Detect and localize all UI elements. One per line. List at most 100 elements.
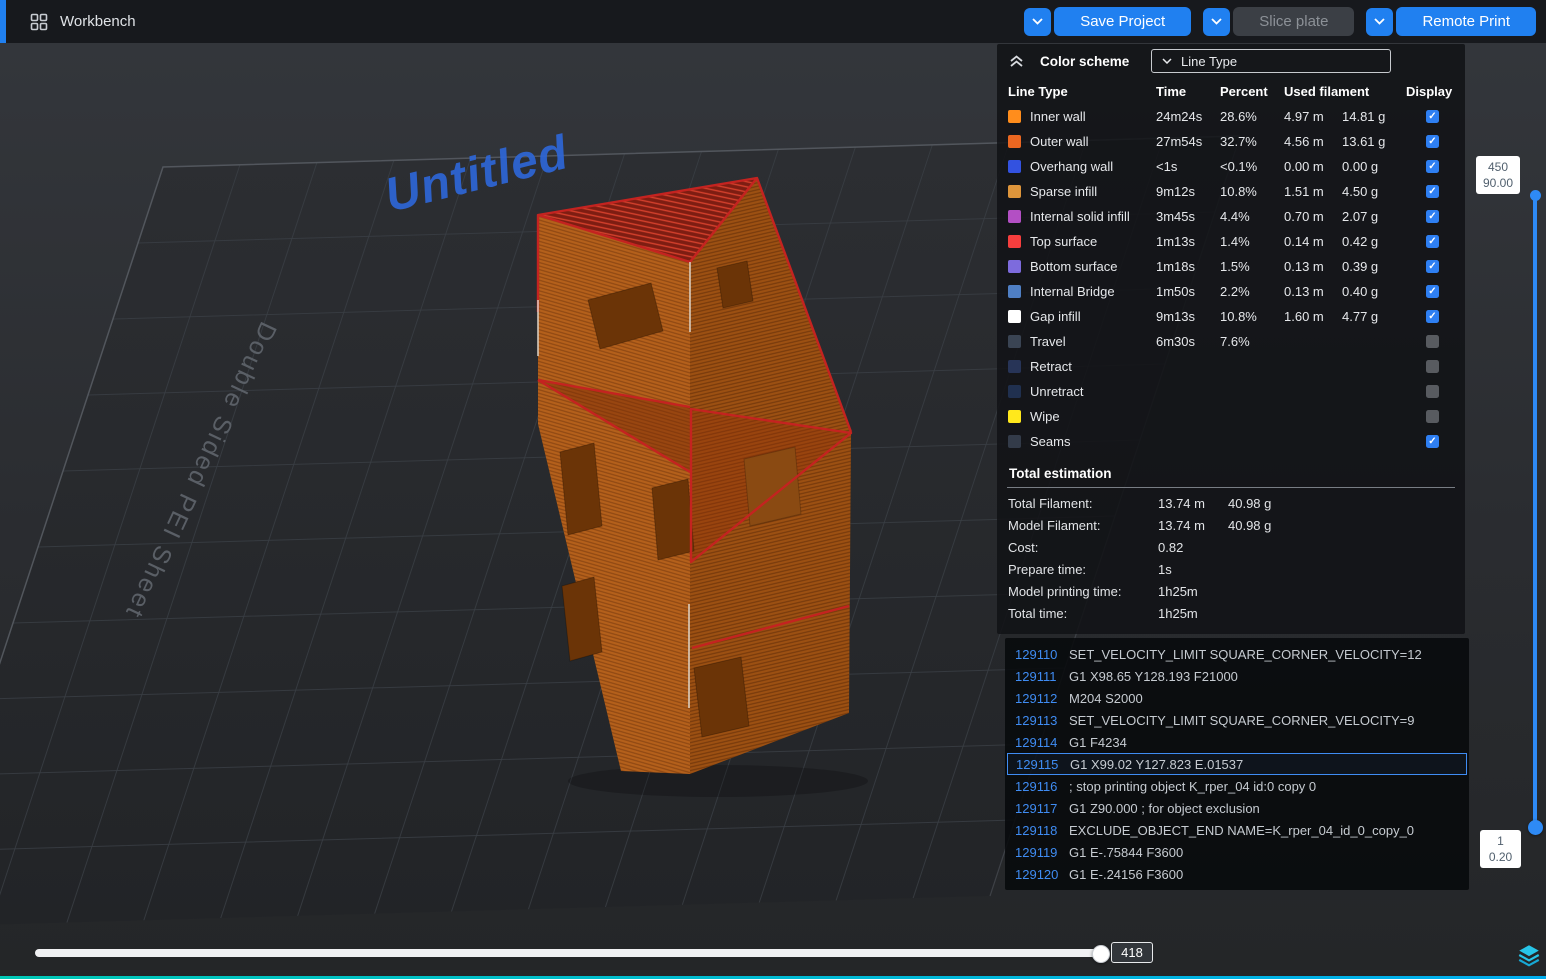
gcode-line-text: EXCLUDE_OBJECT_END NAME=K_rper_04_id_0_c… [1069, 822, 1415, 838]
display-checkbox[interactable] [1426, 335, 1439, 348]
gcode-line-number: 129111 [1015, 668, 1057, 684]
gcode-line[interactable]: 129117 G1 Z90.000 ; for object exclusion [1007, 797, 1467, 819]
gcode-line-text: G1 X98.65 Y128.193 F21000 [1069, 668, 1238, 684]
line-type-percent: 10.8% [1220, 309, 1257, 324]
layer-slider-bottom-info: 1 0.20 [1480, 830, 1521, 869]
slicer-preview-window: Double Sided PEI Sheet Untitled Workbenc… [0, 0, 1546, 979]
color-scheme-dropdown-value: Line Type [1181, 53, 1238, 69]
remote-print-button[interactable]: Remote Print [1396, 7, 1536, 36]
line-type-time: 1m13s [1156, 234, 1196, 249]
line-type-label: Travel [1030, 334, 1066, 349]
display-checkbox[interactable]: ✓ [1426, 135, 1439, 148]
gcode-line[interactable]: 129118 EXCLUDE_OBJECT_END NAME=K_rper_04_… [1007, 819, 1467, 841]
line-type-swatch [1008, 210, 1021, 223]
gcode-line-number: 129113 [1015, 712, 1058, 728]
line-type-swatch [1008, 310, 1021, 323]
topbar: Workbench Save Project Slice plate Remot… [0, 0, 1546, 43]
gcode-line[interactable]: 129119 G1 E-.75844 F3600 [1007, 841, 1467, 863]
estimation-value-2: 40.98 g [1228, 517, 1272, 533]
line-type-time: 9m13s [1156, 309, 1196, 324]
line-type-percent: 7.6% [1220, 334, 1250, 349]
gcode-line[interactable]: 129111 G1 X98.65 Y128.193 F21000 [1007, 665, 1467, 687]
line-type-time: 1m18s [1156, 259, 1196, 274]
gcode-line[interactable]: 129120 G1 E-.24156 F3600 [1007, 863, 1467, 885]
display-checkbox[interactable]: ✓ [1426, 210, 1439, 223]
remote-print-dropdown-button[interactable] [1366, 7, 1394, 36]
gcode-line[interactable]: 129115 G1 X99.02 Y127.823 E.01537 [1007, 753, 1467, 775]
line-type-label: Overhang wall [1030, 159, 1114, 174]
gcode-line[interactable]: 129113 SET_VELOCITY_LIMIT SQUARE_CORNER_V… [1007, 709, 1467, 731]
display-checkbox[interactable]: ✓ [1426, 435, 1439, 448]
gcode-line[interactable]: 129114 G1 F4234 [1007, 731, 1467, 753]
display-checkbox[interactable]: ✓ [1426, 260, 1439, 273]
gcode-line[interactable]: 129110 SET_VELOCITY_LIMIT SQUARE_CORNER_V… [1007, 643, 1467, 665]
save-project-dropdown-button[interactable] [1024, 7, 1052, 36]
save-project-button[interactable]: Save Project [1054, 7, 1192, 36]
chevron-down-icon [1032, 18, 1043, 25]
line-type-row: Inner wall 24m24s 28.6% 4.97 m 14.81 g ✓ [997, 104, 1465, 129]
workbench-grid-icon[interactable] [30, 13, 48, 31]
display-checkbox[interactable] [1426, 410, 1439, 423]
color-scheme-dropdown[interactable]: Line Type [1151, 49, 1391, 73]
display-checkbox[interactable]: ✓ [1426, 310, 1439, 323]
line-type-time: 1m50s [1156, 284, 1196, 299]
line-type-meters: 0.00 m [1284, 159, 1324, 174]
slice-plate-dropdown-button[interactable] [1203, 7, 1231, 36]
line-type-row: Internal Bridge 1m50s 2.2% 0.13 m 0.40 g ✓ [997, 279, 1465, 304]
display-checkbox[interactable]: ✓ [1426, 185, 1439, 198]
line-type-swatch [1008, 360, 1021, 373]
slice-plate-button[interactable]: Slice plate [1233, 7, 1355, 36]
line-type-time: <1s [1156, 159, 1178, 174]
estimation-value-1: 1s [1158, 561, 1172, 577]
collapse-panel-icon[interactable] [1009, 54, 1024, 68]
line-type-row: Bottom surface 1m18s 1.5% 0.13 m 0.39 g ✓ [997, 254, 1465, 279]
line-type-row: Unretract [997, 379, 1465, 404]
layer-slider-upper-handle[interactable] [1530, 190, 1541, 201]
line-type-time: 24m24s [1156, 109, 1203, 124]
layer-slider-lower-handle[interactable] [1528, 820, 1543, 835]
estimation-row: Total Filament: 13.74 m 40.98 g [997, 492, 1465, 514]
layer-slider-track[interactable] [1533, 195, 1537, 827]
display-checkbox[interactable]: ✓ [1426, 110, 1439, 123]
estimation-value-1: 13.74 m [1158, 495, 1205, 511]
line-type-meters: 1.51 m [1284, 184, 1324, 199]
line-type-label: Internal Bridge [1030, 284, 1115, 299]
gcode-line-number: 129112 [1015, 690, 1058, 706]
col-used-filament: Used filament [1284, 83, 1370, 99]
col-display: Display [1406, 83, 1453, 99]
display-checkbox[interactable] [1426, 385, 1439, 398]
line-type-grams: 0.00 g [1342, 159, 1379, 174]
line-type-row: Retract [997, 354, 1465, 379]
estimation-label: Prepare time: [1008, 561, 1087, 577]
gcode-line-number: 129114 [1015, 734, 1058, 750]
move-slider-track[interactable] [35, 949, 1101, 957]
display-checkbox[interactable]: ✓ [1426, 285, 1439, 298]
line-type-grams: 0.42 g [1342, 234, 1379, 249]
line-type-grams: 14.81 g [1342, 109, 1386, 124]
gcode-line[interactable]: 129116 ; stop printing object K_rper_04 i… [1007, 775, 1467, 797]
estimation-row: Total time: 1h25m [997, 602, 1465, 624]
line-type-swatch [1008, 435, 1021, 448]
display-checkbox[interactable] [1426, 360, 1439, 373]
total-estimation-title: Total estimation [1009, 466, 1112, 481]
estimation-row: Model printing time: 1h25m [997, 580, 1465, 602]
gcode-line-text: G1 E-.24156 F3600 [1069, 866, 1184, 882]
move-slider-handle[interactable] [1092, 945, 1110, 963]
display-checkbox[interactable]: ✓ [1426, 235, 1439, 248]
estimation-value-1: 13.74 m [1158, 517, 1205, 533]
gcode-line-text: M204 S2000 [1069, 690, 1143, 706]
line-type-grams: 0.40 g [1342, 284, 1379, 299]
line-type-label: Inner wall [1030, 109, 1086, 124]
gcode-line[interactable]: 129112 M204 S2000 [1007, 687, 1467, 709]
layer-max-height: 90.00 [1482, 176, 1514, 191]
estimation-label: Total Filament: [1008, 495, 1093, 511]
gcode-line-number: 129120 [1015, 866, 1059, 882]
chevron-down-icon [1374, 18, 1386, 25]
line-type-row: Top surface 1m13s 1.4% 0.14 m 0.42 g ✓ [997, 229, 1465, 254]
line-type-meters: 0.13 m [1284, 284, 1324, 299]
line-type-row: Internal solid infill 3m45s 4.4% 0.70 m 2.07… [997, 204, 1465, 229]
display-checkbox[interactable]: ✓ [1426, 160, 1439, 173]
layers-icon[interactable] [1516, 942, 1542, 973]
estimation-row: Model Filament: 13.74 m 40.98 g [997, 514, 1465, 536]
line-type-table-header: Line Type Time Percent Used filament Dis… [997, 78, 1465, 104]
